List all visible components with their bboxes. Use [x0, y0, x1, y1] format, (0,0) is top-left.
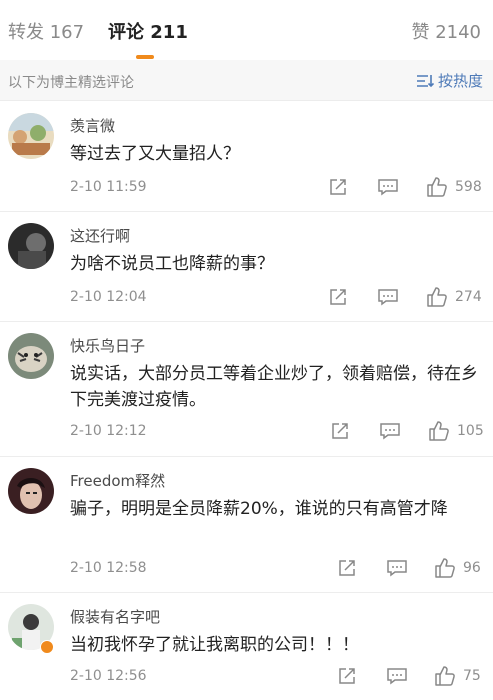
tab-likes-count: 2140	[435, 22, 481, 43]
tab-likes[interactable]: 赞 2140	[411, 18, 481, 44]
comment-time: 2-10 12:56	[70, 668, 147, 684]
comment-icon[interactable]	[377, 288, 399, 306]
tab-bar: 转发 167 评论 211 赞 2140	[0, 0, 493, 61]
comment-item: 快乐鸟日子 说实话，大部分员工等着企业炒了，领着赔偿，待在乡下完美渡过疫情。 2…	[0, 321, 493, 457]
like-count: 274	[455, 289, 482, 305]
sort-by-hot-button[interactable]: 按热度	[416, 70, 483, 91]
avatar[interactable]	[8, 468, 54, 514]
thumbs-up-icon[interactable]	[434, 557, 456, 579]
comment-text: 说实话，大部分员工等着企业炒了，领着赔偿，待在乡下完美渡过疫情。	[70, 364, 478, 410]
comment-username[interactable]: 快乐鸟日子	[70, 335, 145, 356]
share-icon[interactable]	[337, 666, 357, 686]
comment-username[interactable]: 羡言微	[70, 115, 115, 136]
comment-icon[interactable]	[377, 178, 399, 196]
tab-comments-count: 211	[150, 22, 188, 43]
comment-time: 2-10 12:58	[70, 560, 147, 576]
comment-filter-bar: 以下为博主精选评论 按热度	[0, 60, 493, 101]
tab-likes-label: 赞	[411, 22, 430, 43]
selected-comments-note: 以下为博主精选评论	[8, 75, 134, 91]
tab-reposts[interactable]: 转发 167	[8, 18, 84, 44]
sort-icon	[416, 74, 434, 88]
share-icon[interactable]	[328, 287, 348, 307]
share-icon[interactable]	[330, 421, 350, 441]
like-count: 96	[463, 560, 481, 576]
avatar[interactable]	[8, 333, 54, 379]
share-icon[interactable]	[337, 558, 357, 578]
thumbs-up-icon[interactable]	[434, 665, 456, 687]
comment-username[interactable]: Freedom释然	[70, 470, 165, 491]
comment-text: 等过去了又大量招人？	[70, 144, 240, 164]
comment-item: 这还行啊 为啥不说员工也降薪的事？ 2-10 12:04 274	[0, 211, 493, 322]
comment-time: 2-10 11:59	[70, 179, 147, 195]
comment-item: 假装有名字吧 当初我怀孕了就让我离职的公司！！！ 2-10 12:56 75	[0, 592, 493, 700]
avatar[interactable]	[8, 223, 54, 269]
thumbs-up-icon[interactable]	[426, 176, 448, 198]
comment-time: 2-10 12:12	[70, 423, 147, 439]
comment-icon[interactable]	[386, 667, 408, 685]
comment-icon[interactable]	[386, 559, 408, 577]
like-count: 598	[455, 179, 482, 195]
tab-reposts-count: 167	[49, 22, 85, 43]
comment-username[interactable]: 假装有名字吧	[70, 606, 160, 627]
comment-item: 羡言微 等过去了又大量招人？ 2-10 11:59 598	[0, 101, 493, 212]
sort-label: 按热度	[437, 72, 483, 90]
avatar[interactable]	[8, 113, 54, 159]
thumbs-up-icon[interactable]	[426, 286, 448, 308]
active-tab-indicator	[136, 55, 154, 59]
tab-reposts-label: 转发	[8, 22, 44, 43]
comment-text: 骗子，明明是全员降薪20%，谁说的只有高管才降	[70, 499, 448, 519]
comment-icon[interactable]	[379, 422, 401, 440]
verified-badge-icon	[40, 640, 54, 654]
comment-text: 为啥不说员工也降薪的事？	[70, 254, 274, 274]
comment-time: 2-10 12:04	[70, 289, 147, 305]
thumbs-up-icon[interactable]	[428, 420, 450, 442]
tab-comments-label: 评论	[108, 22, 144, 43]
comment-text: 当初我怀孕了就让我离职的公司！！！	[70, 635, 359, 655]
tab-comments[interactable]: 评论 211	[108, 18, 188, 44]
comment-username[interactable]: 这还行啊	[70, 225, 130, 246]
like-count: 75	[463, 668, 481, 684]
like-count: 105	[457, 423, 484, 439]
comment-item: Freedom释然 骗子，明明是全员降薪20%，谁说的只有高管才降 2-10 1…	[0, 456, 493, 593]
share-icon[interactable]	[328, 177, 348, 197]
